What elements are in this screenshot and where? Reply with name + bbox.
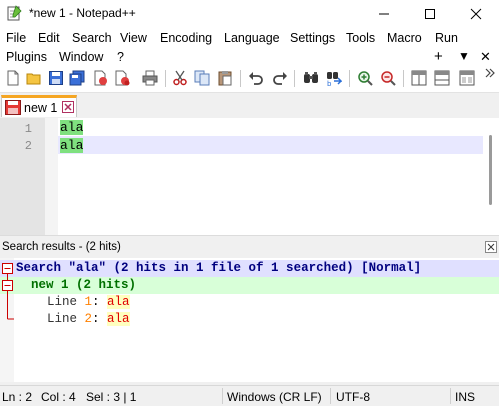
- close-panel-icon[interactable]: [485, 241, 497, 256]
- search-hit-match: ala: [107, 312, 130, 326]
- close-document-glyph[interactable]: ✕: [480, 49, 491, 65]
- menu-settings[interactable]: Settings: [290, 31, 335, 45]
- toolbar-separator: [294, 70, 295, 87]
- code-line-1: ala: [60, 120, 84, 135]
- word-wrap-icon[interactable]: [459, 70, 475, 86]
- search-match: ala: [60, 138, 84, 153]
- find-icon[interactable]: [303, 70, 319, 86]
- menu-bar: File Edit Search View Encoding Language …: [0, 27, 499, 66]
- redo-icon[interactable]: [272, 70, 288, 86]
- svg-text:b: b: [327, 80, 332, 86]
- status-line: Ln : 2: [2, 390, 33, 404]
- unsaved-file-icon: [5, 100, 21, 118]
- search-hit-line[interactable]: Line 1: ala: [47, 295, 130, 309]
- close-icon: [470, 8, 482, 19]
- status-separator: [222, 388, 223, 404]
- zoom-in-icon[interactable]: [357, 70, 373, 86]
- close-window-button[interactable]: [453, 0, 499, 27]
- fold-tree-line: [0, 274, 14, 327]
- toolbar-separator: [165, 70, 166, 87]
- search-match: ala: [60, 120, 84, 135]
- print-icon[interactable]: [142, 70, 158, 86]
- tab-list-dropdown-glyph[interactable]: ▼: [458, 49, 470, 63]
- tab-label: new 1: [24, 101, 58, 115]
- menu-view[interactable]: View: [120, 31, 147, 45]
- open-file-icon[interactable]: [26, 70, 42, 86]
- line-number-gutter: 1 2: [0, 118, 45, 235]
- close-all-icon[interactable]: [114, 70, 130, 86]
- save-all-icon[interactable]: [69, 70, 85, 86]
- current-line-highlight: [58, 136, 483, 154]
- status-selection: Sel : 3 | 1: [86, 390, 137, 404]
- zoom-out-icon[interactable]: [380, 70, 396, 86]
- status-separator: [450, 388, 451, 404]
- search-results-title: Search results - (2 hits): [2, 241, 121, 253]
- code-line-2: ala: [60, 138, 84, 153]
- menu-window[interactable]: Window: [59, 50, 103, 64]
- line-number: 2: [24, 139, 32, 153]
- status-insert-mode[interactable]: INS: [455, 390, 475, 404]
- menu-file[interactable]: File: [6, 31, 26, 45]
- undo-icon[interactable]: [248, 70, 264, 86]
- status-separator: [330, 388, 331, 404]
- notepadpp-app-icon[interactable]: [6, 5, 22, 21]
- cut-icon[interactable]: [172, 70, 188, 86]
- toolbar-separator: [349, 70, 350, 87]
- save-icon[interactable]: [48, 70, 64, 86]
- paste-icon[interactable]: [217, 70, 233, 86]
- window-title: *new 1 - Notepad++: [29, 6, 136, 20]
- maximize-icon: [425, 8, 435, 19]
- replace-icon[interactable]: b: [326, 70, 343, 88]
- search-results-header: Search results - (2 hits): [0, 239, 499, 257]
- new-document-glyph[interactable]: +: [434, 48, 443, 65]
- search-file-name: new 1 (2 hits): [31, 278, 137, 292]
- search-hit-match: ala: [107, 295, 130, 309]
- menu-language[interactable]: Language: [224, 31, 280, 45]
- menu-edit[interactable]: Edit: [38, 31, 60, 45]
- tab-close-icon[interactable]: [62, 101, 74, 116]
- scrollbar-thumb[interactable]: [489, 135, 492, 205]
- toolbar: b: [0, 66, 499, 93]
- menu-run[interactable]: Run: [435, 31, 458, 45]
- menu-tools[interactable]: Tools: [346, 31, 375, 45]
- maximize-button[interactable]: [407, 0, 453, 27]
- copy-icon[interactable]: [194, 70, 210, 86]
- status-eol-format[interactable]: Windows (CR LF): [227, 390, 322, 404]
- search-summary-text: Search "ala" (2 hits in 1 file of 1 sear…: [16, 261, 422, 275]
- toolbar-separator: [403, 70, 404, 87]
- sync-vertical-scroll-icon[interactable]: [411, 70, 427, 86]
- tab-new-1[interactable]: new 1: [1, 95, 77, 117]
- menu-search[interactable]: Search: [72, 31, 112, 45]
- minimize-button[interactable]: [361, 0, 407, 27]
- toolbar-overflow-chevron-icon[interactable]: [484, 67, 499, 83]
- menu-plugins[interactable]: Plugins: [6, 50, 47, 64]
- menu-encoding[interactable]: Encoding: [160, 31, 212, 45]
- sync-horizontal-scroll-icon[interactable]: [434, 70, 450, 86]
- status-column: Col : 4: [41, 390, 76, 404]
- close-file-icon[interactable]: [92, 70, 108, 86]
- status-bar: Ln : 2 Col : 4 Sel : 3 | 1 Windows (CR L…: [0, 385, 499, 406]
- toolbar-separator: [240, 70, 241, 87]
- fold-margin: [45, 118, 58, 235]
- new-file-icon[interactable]: [5, 70, 21, 86]
- search-hit-line[interactable]: Line 2: ala: [47, 312, 130, 326]
- status-encoding[interactable]: UTF-8: [336, 390, 370, 404]
- line-number: 1: [24, 122, 32, 136]
- menu-macro[interactable]: Macro: [387, 31, 422, 45]
- minimize-icon: [379, 13, 389, 14]
- menu-help[interactable]: ?: [117, 50, 124, 64]
